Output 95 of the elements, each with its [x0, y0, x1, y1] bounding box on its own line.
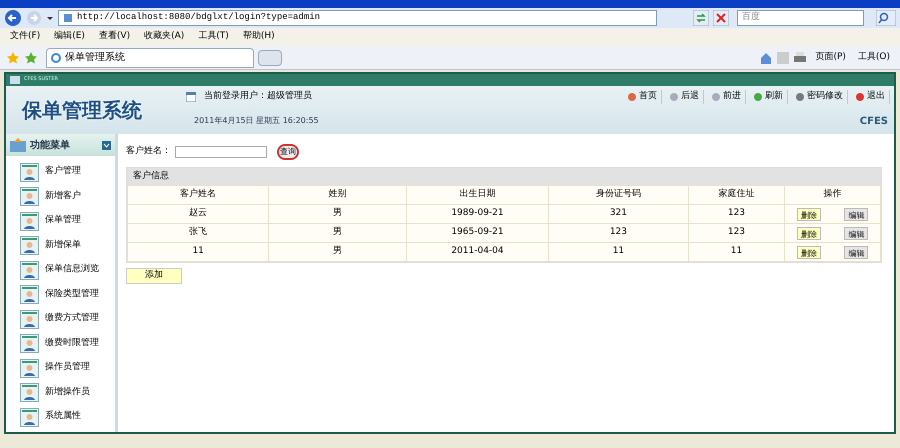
menu-entry[interactable]: 保险类型管理	[20, 284, 115, 304]
search-button[interactable]: 查询	[277, 144, 299, 160]
person-card-icon	[20, 334, 39, 353]
table-cell: 11	[688, 242, 785, 262]
table-cell: 11	[548, 242, 688, 262]
folder-icon	[10, 138, 26, 152]
menu-item[interactable]: 文件(F)	[10, 30, 40, 44]
toolbar-button[interactable]: 工具(O)	[854, 50, 894, 64]
column-header: 操作	[784, 186, 880, 204]
table-cell: 11	[128, 242, 269, 262]
person-card-icon	[20, 162, 39, 182]
field-label: 客户姓名：	[126, 145, 171, 158]
menu-entry[interactable]: 保单信息浏览	[20, 260, 115, 280]
date-time: 2011年4月15日 星期五 16:20:55	[194, 115, 319, 127]
search-placeholder: 百度	[742, 11, 760, 24]
edit-button[interactable]: 编辑	[844, 226, 868, 240]
nav-link[interactable]: 前进	[708, 90, 746, 104]
address-text: http://localhost:8080/bdglxt/login?type=admin	[77, 11, 320, 24]
add-button[interactable]: 添加	[126, 268, 182, 284]
name-input[interactable]	[175, 146, 267, 158]
menu-item[interactable]: 查看(V)	[98, 30, 130, 44]
table-caption: 客户信息	[127, 168, 881, 185]
collapse-icon[interactable]	[102, 140, 111, 150]
menu-item[interactable]: 帮助(H)	[242, 30, 275, 44]
back-icon[interactable]	[4, 9, 22, 27]
person-card-icon	[20, 236, 39, 255]
menu-entry[interactable]: 新增客户	[20, 186, 115, 206]
app-logo: 保单管理系统	[22, 97, 142, 124]
toolbar-button[interactable]: 页面(P)	[811, 50, 850, 64]
person-card-icon	[20, 285, 39, 304]
star-icon[interactable]	[6, 50, 20, 64]
menu-item[interactable]: 编辑(E)	[54, 30, 85, 44]
current-user: 当前登录用户：超级管理员	[204, 90, 312, 104]
table-cell: 赵云	[128, 204, 269, 224]
address-field[interactable]: http://localhost:8080/bdglxt/login?type=admin	[58, 10, 656, 26]
person-card-icon	[20, 310, 39, 328]
table-cell: 张飞	[128, 224, 269, 242]
loading-icon	[51, 52, 61, 62]
nav-link[interactable]: 首页	[624, 90, 662, 104]
brand-label: CFES	[860, 114, 889, 128]
sidebar-title: 功能菜单	[30, 138, 70, 152]
nav-link[interactable]: 密码修改	[792, 90, 848, 104]
person-card-icon	[20, 383, 39, 402]
column-header: 姓别	[268, 186, 406, 204]
menu-entry[interactable]: 缴费方式管理	[20, 309, 115, 329]
menu-entry[interactable]: 新增操作员	[20, 382, 115, 402]
table-cell: 1989-09-21	[406, 204, 549, 224]
column-header: 出生日期	[406, 186, 549, 204]
browser-tab[interactable]: 保单管理系统	[46, 48, 254, 68]
monitor-icon	[10, 76, 20, 84]
printer-icon[interactable]	[793, 50, 808, 64]
page-icon	[63, 13, 73, 23]
person-card-icon	[20, 260, 39, 280]
person-card-icon	[20, 408, 39, 426]
delete-button[interactable]: 删除	[796, 208, 821, 220]
menu-item[interactable]: 收藏夹(A)	[144, 30, 184, 44]
edit-button[interactable]: 编辑	[844, 246, 868, 258]
delete-button[interactable]: 删除	[796, 246, 821, 258]
tab-title: 保单管理系统	[65, 50, 125, 65]
column-header: 客户姓名	[128, 186, 269, 204]
table-cell: 2011-04-04	[406, 242, 549, 262]
table-cell: 321	[548, 204, 688, 224]
menu-entry[interactable]: 客户管理	[20, 162, 115, 182]
delete-button[interactable]: 删除	[796, 226, 821, 240]
person-card-icon	[20, 212, 39, 230]
menu-item[interactable]: 工具(T)	[198, 30, 229, 44]
table-cell: 123	[688, 224, 785, 242]
table-cell: 男	[268, 242, 406, 262]
menu-entry[interactable]: 缴费时限管理	[20, 334, 115, 354]
search-field[interactable]: 百度	[736, 10, 864, 26]
menu-entry[interactable]: 保单管理	[20, 211, 115, 231]
search-icon[interactable]	[876, 10, 896, 26]
table-cell: 123	[688, 204, 785, 224]
table-cell: 男	[268, 204, 406, 224]
nav-link[interactable]: 刷新	[750, 90, 788, 104]
menu-entry[interactable]: 系统属性	[20, 407, 115, 427]
new-tab-button[interactable]	[258, 50, 282, 66]
refresh-icon[interactable]	[692, 10, 709, 26]
table-cell: 1965-09-21	[406, 224, 549, 242]
nav-link[interactable]: 后退	[666, 90, 704, 104]
table-cell: 男	[268, 224, 406, 242]
column-header: 身份证号码	[548, 186, 688, 204]
column-header: 家庭住址	[688, 186, 785, 204]
person-card-icon	[20, 358, 39, 378]
menu-entry[interactable]: 新增保单	[20, 236, 115, 256]
close-icon[interactable]	[712, 10, 729, 26]
caret-icon[interactable]	[46, 14, 54, 22]
person-card-icon	[20, 187, 39, 206]
edit-button[interactable]: 编辑	[844, 208, 868, 220]
add-favorite-icon[interactable]	[24, 50, 38, 64]
menu-entry[interactable]: 操作员管理	[20, 358, 115, 378]
home-icon[interactable]	[759, 50, 774, 64]
table-cell: 123	[548, 224, 688, 242]
nav-link[interactable]: 退出	[852, 90, 890, 104]
window-icon	[186, 92, 196, 102]
